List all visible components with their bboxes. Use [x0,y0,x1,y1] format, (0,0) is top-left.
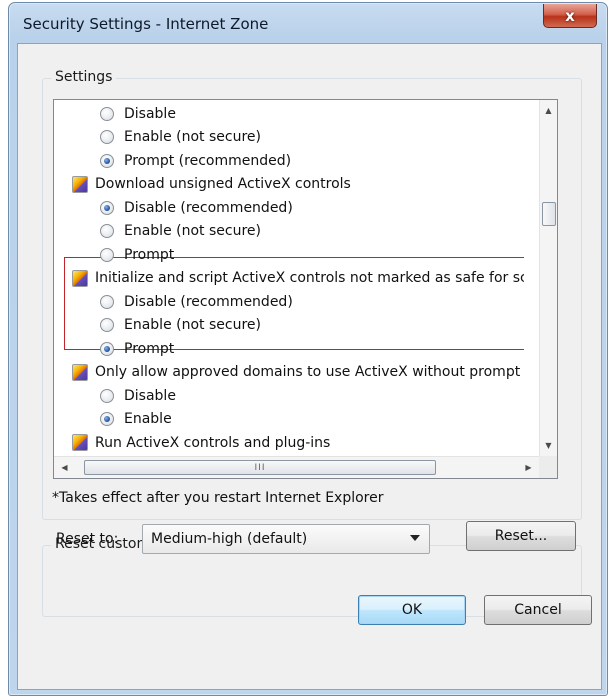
setting-option[interactable]: Enable [100,408,172,431]
setting-option[interactable]: Disable [100,384,176,407]
setting-option[interactable]: Prompt (recommended) [100,149,291,172]
setting-option-label: Prompt (recommended) [124,152,292,169]
setting-option-label: Disable (recommended) [124,293,293,310]
setting-option-label: Enable (not secure) [124,129,261,145]
setting-category: Initialize and script ActiveX controls n… [72,267,524,290]
radio-button-selected[interactable] [100,341,114,356]
settings-shield-icon [72,434,88,451]
reset-level-dropdown[interactable]: Medium-high (default) [142,524,430,554]
setting-category: Run ActiveX controls and plug-ins [72,431,330,454]
reset-level-value: Medium-high (default) [151,531,308,547]
settings-list-viewport: Disable Enable (not secure) Prompt (recomm… [54,100,524,456]
vertical-scrollbar[interactable]: ▲ ▼ [539,100,557,456]
setting-option-label: Enable (not secure) [124,317,261,333]
setting-category: Only allow approved domains to use Activ… [72,361,520,384]
setting-option-label: Prompt [124,340,175,357]
setting-option[interactable]: Enable (not secure) [100,314,261,337]
settings-shield-icon [72,269,88,287]
settings-shield-icon [72,175,88,193]
radio-button[interactable] [100,247,114,262]
scroll-grip-icon: III [254,462,266,473]
window-title: Security Settings - Internet Zone [23,15,269,33]
setting-option[interactable]: Prompt [100,243,174,266]
scroll-down-arrow-icon[interactable]: ▼ [540,437,557,454]
setting-option-label: Prompt [124,246,175,263]
setting-option-label: Disable (recommended) [124,199,293,216]
setting-option-label: Disable [124,105,176,122]
horizontal-scroll-thumb[interactable]: III [84,460,436,475]
radio-button[interactable] [100,106,114,121]
setting-option[interactable]: Prompt [100,337,174,360]
security-settings-dialog: Security Settings - Internet Zone x Sett… [8,2,608,696]
scroll-right-arrow-icon[interactable]: ▶ [520,459,537,476]
scroll-up-arrow-icon[interactable]: ▲ [540,102,557,119]
setting-category-label: Download unsigned ActiveX controls [95,176,351,192]
title-bar: Security Settings - Internet Zone x [9,3,607,43]
ok-button[interactable]: OK [358,595,466,625]
radio-button[interactable] [100,130,114,144]
setting-option[interactable]: Disable (recommended) [100,290,293,313]
setting-category-label: Only allow approved domains to use Activ… [95,364,521,380]
radio-button[interactable] [100,388,114,403]
settings-list[interactable]: Disable Enable (not secure) Prompt (recomm… [53,99,558,479]
scrollbar-corner [539,456,557,478]
radio-button[interactable] [100,318,114,332]
radio-button[interactable] [100,294,114,309]
radio-button-selected[interactable] [100,153,114,168]
setting-option[interactable]: Disable (recommended) [100,196,293,219]
close-icon: x [565,6,575,25]
setting-option-label: Enable [124,411,172,427]
setting-category-label: Initialize and script ActiveX controls n… [95,270,524,286]
radio-button-selected[interactable] [100,200,114,215]
setting-option-label: Enable (not secure) [124,223,261,239]
reset-button[interactable]: Reset... [466,521,576,551]
setting-option[interactable]: Enable (not secure) [100,220,261,243]
cancel-button[interactable]: Cancel [484,595,592,625]
radio-button[interactable] [100,224,114,238]
radio-button-selected[interactable] [100,412,114,426]
close-button[interactable]: x [543,4,597,28]
setting-category: Download unsigned ActiveX controls [72,173,351,196]
vertical-scroll-thumb[interactable] [542,202,556,226]
setting-option[interactable]: Disable [100,102,176,125]
setting-option-label: Disable [124,387,176,404]
horizontal-scrollbar[interactable]: ◀ III ▶ [54,456,540,478]
scroll-left-arrow-icon[interactable]: ◀ [56,459,73,476]
chevron-down-icon [410,535,420,541]
setting-category-label: Run ActiveX controls and plug-ins [95,434,331,451]
setting-option[interactable]: Enable (not secure) [100,126,261,149]
settings-legend: Settings [51,69,117,85]
restart-note: *Takes effect after you restart Internet… [52,490,384,506]
settings-shield-icon [72,363,88,381]
reset-to-label: Reset to: [56,531,119,547]
dialog-client-area: Settings Disable Enable (not secure) Promp… [17,43,602,690]
